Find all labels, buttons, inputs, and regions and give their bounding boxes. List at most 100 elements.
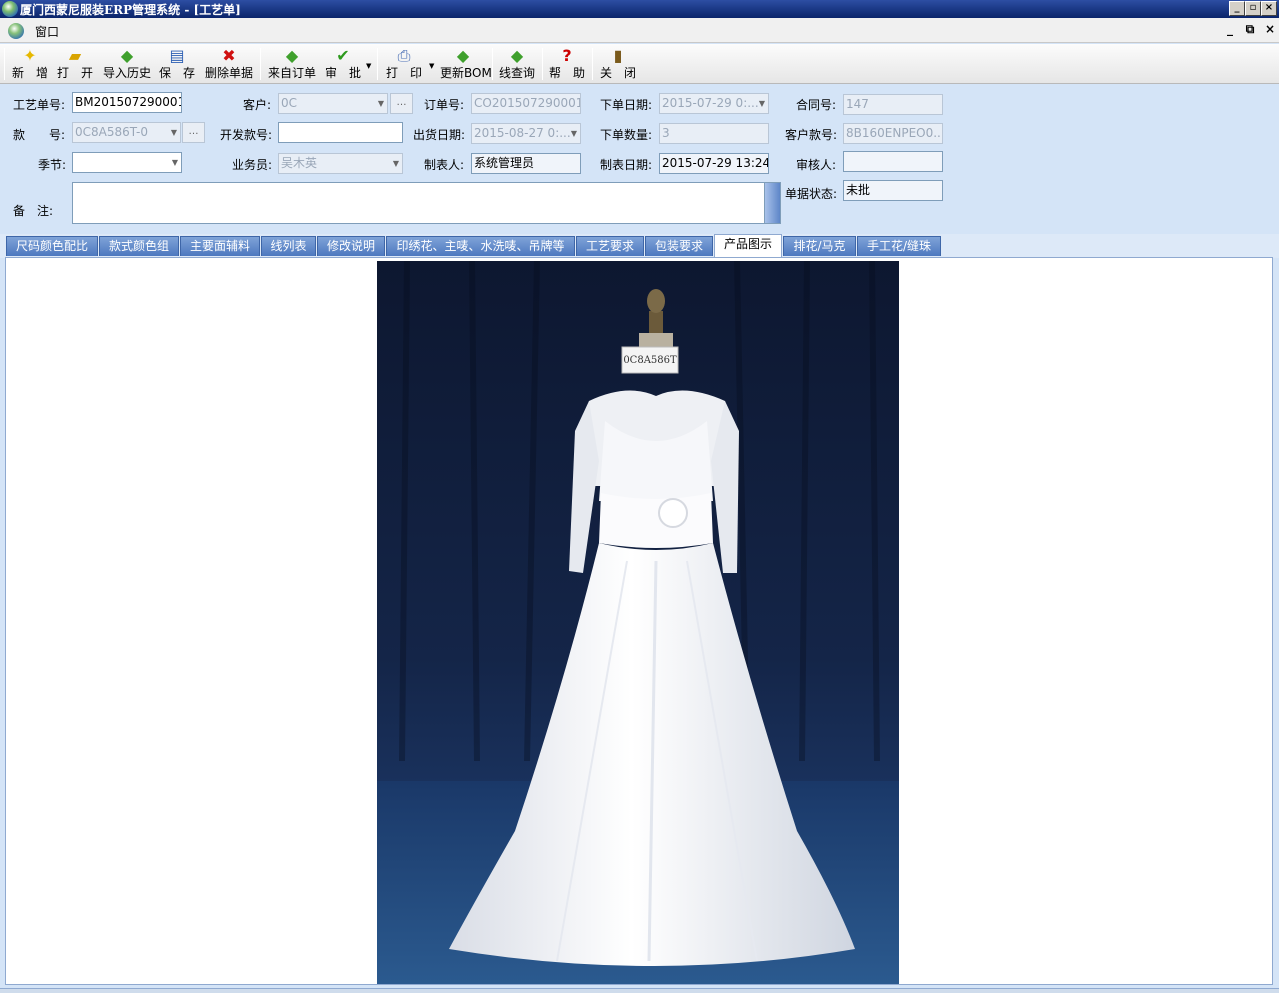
make-date-field[interactable]: 2015-07-29 13:24:: [659, 153, 769, 174]
new-button[interactable]: ✦ 新 增: [10, 46, 50, 82]
update-bom-button[interactable]: ◆ 更新BOM: [440, 46, 492, 82]
dev-style-field[interactable]: [278, 122, 403, 143]
toolbar-separator: [592, 48, 593, 80]
approve-button[interactable]: ✔ 审 批: [322, 46, 364, 82]
tab-product-image[interactable]: 产品图示: [714, 234, 782, 258]
style-label: 款 号:: [13, 128, 66, 142]
menu-item-window[interactable]: 窗口: [35, 23, 59, 40]
maker-label: 制表人:: [424, 158, 465, 172]
restore-button[interactable]: ▫: [1245, 1, 1261, 16]
tab-style-color-group[interactable]: 款式颜色组: [99, 236, 179, 256]
delete-x-icon: ✖: [222, 46, 236, 65]
dropdown-arrow-icon: ▼: [392, 159, 399, 168]
reviewer-field[interactable]: [843, 151, 943, 172]
import-history-button[interactable]: ◆ 导入历史: [101, 46, 153, 82]
exit-door-icon: ▮: [613, 46, 623, 65]
delete-button[interactable]: ✖ 删除单据: [203, 46, 255, 82]
tab-revision-notes[interactable]: 修改说明: [317, 236, 385, 256]
order-no-label: 订单号:: [424, 98, 465, 112]
minimize-button[interactable]: _: [1229, 1, 1245, 16]
tab-size-color-ratio[interactable]: 尺码颜色配比: [6, 236, 98, 256]
status-field[interactable]: 未批: [843, 180, 943, 201]
new-doc-icon: ✦: [23, 46, 37, 65]
window-title: 厦门西蒙尼服装ERP管理系统 - [工艺单]: [20, 3, 241, 17]
contract-no-label: 合同号:: [796, 98, 837, 112]
ship-date-label: 出货日期:: [413, 128, 466, 142]
wedding-dress-image: 0C8A586T: [377, 261, 899, 984]
remark-label: 备 注:: [13, 204, 54, 218]
help-question-icon: ?: [562, 46, 572, 65]
status-bar: [0, 988, 1279, 993]
app-logo-icon: [2, 1, 18, 17]
dropdown-arrow-icon: ▼: [170, 128, 177, 137]
customer-lookup-button[interactable]: …: [390, 93, 413, 114]
remark-scrollbar[interactable]: [764, 183, 780, 223]
mdi-child-icon[interactable]: [8, 23, 24, 39]
customer-label: 客户:: [243, 98, 272, 112]
close-button[interactable]: ▮ 关 闭: [597, 46, 639, 82]
toolbar-separator: [260, 48, 261, 80]
toolbar-grip: [4, 48, 5, 80]
contract-no-field[interactable]: 147: [843, 94, 943, 115]
tab-handmade-flowers[interactable]: 手工花/缝珠: [857, 236, 941, 256]
print-button[interactable]: ⎙ 打 印: [383, 46, 425, 82]
style-select[interactable]: 0C8A586T-0 ▼: [72, 122, 181, 143]
tab-pattern-mark[interactable]: 排花/马克: [783, 236, 856, 256]
mannequin-tag-label: 0C8A586T: [623, 355, 677, 366]
open-button[interactable]: ▰ 打 开: [55, 46, 95, 82]
salesman-select[interactable]: 吴木英 ▼: [278, 153, 403, 174]
make-date-label: 制表日期:: [600, 158, 653, 172]
order-date-label: 下单日期:: [600, 98, 653, 112]
open-folder-icon: ▰: [68, 46, 82, 65]
season-select[interactable]: ▼: [72, 152, 182, 173]
dropdown-arrow-icon: ▼: [377, 99, 384, 108]
craft-no-label: 工艺单号:: [13, 98, 66, 112]
dropdown-arrow-icon: ▼: [758, 99, 765, 108]
order-qty-label: 下单数量:: [600, 128, 653, 142]
dropdown-arrow-icon: ▼: [171, 158, 178, 167]
update-arrow-icon: ◆: [456, 46, 470, 65]
product-photo: 0C8A586T: [377, 261, 899, 984]
ship-date-picker[interactable]: 2015-08-27 0:... ▼: [471, 123, 581, 144]
toolbar-separator: [492, 48, 493, 80]
save-button[interactable]: ▤ 保 存: [157, 46, 197, 82]
season-label: 季节:: [38, 158, 67, 172]
toolbar: ✦ 新 增 ▰ 打 开 ◆ 导入历史 ▤ 保 存 ✖ 删除单据 ◆ 来自订单 ✔…: [0, 44, 1279, 84]
order-arrow-icon: ◆: [285, 46, 299, 65]
title-bar: 厦门西蒙尼服装ERP管理系统 - [工艺单] _ ▫ ×: [0, 0, 1279, 18]
close-window-button[interactable]: ×: [1261, 1, 1277, 16]
remark-textarea[interactable]: [72, 182, 781, 224]
salesman-label: 业务员:: [232, 158, 273, 172]
tab-thread-list[interactable]: 线列表: [261, 236, 316, 256]
mdi-close-button[interactable]: ×: [1263, 22, 1277, 36]
printer-icon: ⎙: [397, 46, 411, 65]
order-date-picker[interactable]: 2015-07-29 0:... ▼: [659, 93, 769, 114]
from-order-button[interactable]: ◆ 来自订单: [266, 46, 318, 82]
reviewer-label: 审核人:: [796, 158, 837, 172]
toolbar-separator: [377, 48, 378, 80]
help-button[interactable]: ? 帮 助: [547, 46, 587, 82]
menu-bar: 窗口 _ ⧉ ×: [0, 18, 1279, 43]
customer-select[interactable]: 0C ▼: [278, 93, 388, 114]
mdi-restore-button[interactable]: ⧉: [1243, 22, 1257, 37]
tab-craft-requirements[interactable]: 工艺要求: [576, 236, 644, 256]
dropdown-arrow-icon: ▼: [570, 129, 577, 138]
craft-no-field[interactable]: BM201507290001: [72, 92, 182, 113]
maker-field[interactable]: 系统管理员: [471, 153, 581, 174]
status-label: 单据状态:: [785, 187, 838, 201]
customer-style-field[interactable]: 8B160ENPEO0...: [843, 123, 943, 144]
approve-dropdown-arrow-icon[interactable]: ▼: [366, 62, 371, 70]
customer-style-label: 客户款号:: [785, 128, 838, 142]
order-no-field[interactable]: CO201507290001: [471, 93, 581, 114]
thread-query-button[interactable]: ◆ 线查询: [497, 46, 537, 82]
order-qty-field[interactable]: 3: [659, 123, 769, 144]
checkmark-icon: ✔: [336, 46, 350, 65]
style-lookup-button[interactable]: …: [182, 122, 205, 143]
tab-main-materials[interactable]: 主要面辅料: [180, 236, 260, 256]
query-arrow-icon: ◆: [510, 46, 524, 65]
tab-packing-requirements[interactable]: 包装要求: [645, 236, 713, 256]
mdi-minimize-button[interactable]: _: [1223, 22, 1237, 36]
print-dropdown-arrow-icon[interactable]: ▼: [429, 62, 434, 70]
tab-printing-labels[interactable]: 印绣花、主唛、水洗唛、吊牌等: [386, 236, 575, 256]
dev-style-label: 开发款号:: [220, 128, 273, 142]
